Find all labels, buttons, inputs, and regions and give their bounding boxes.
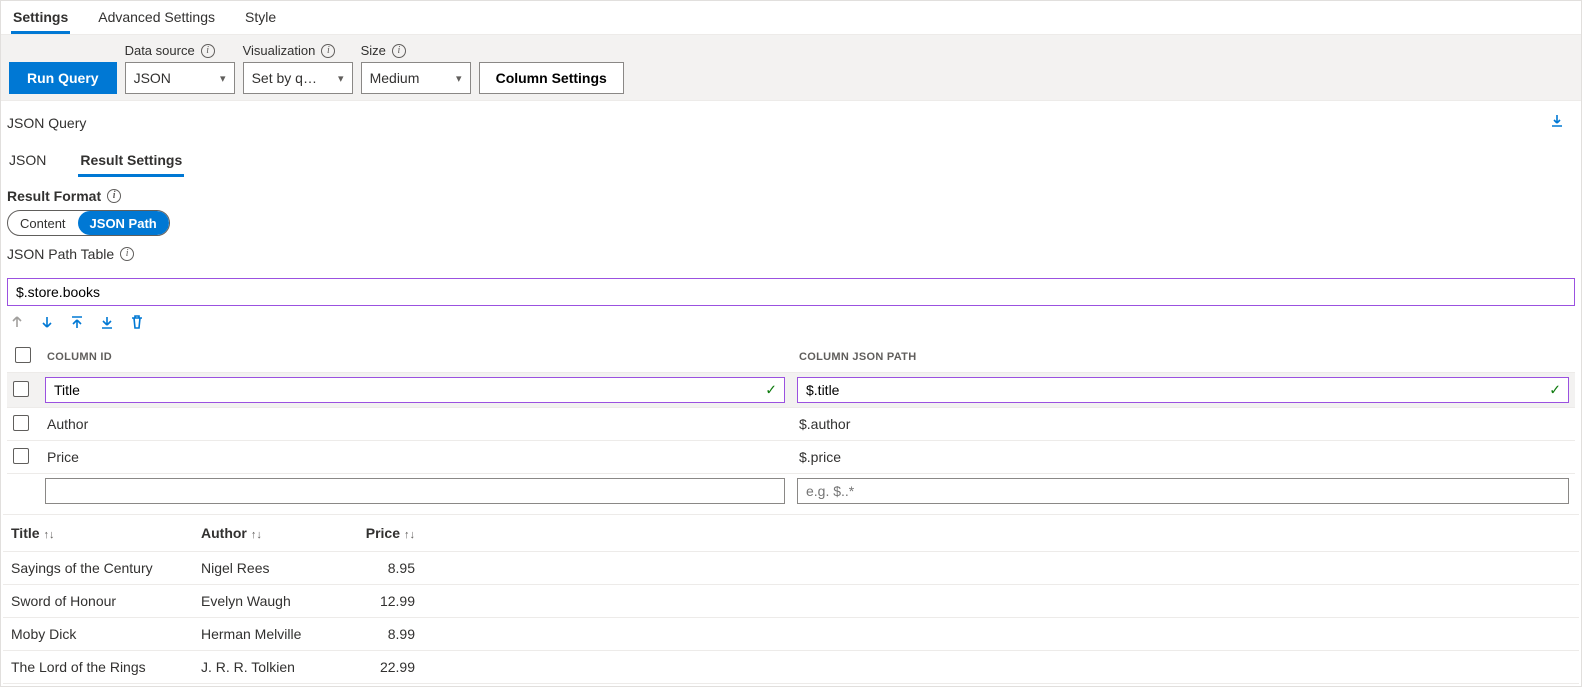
chevron-down-icon: ▾: [338, 72, 344, 85]
settings-tabs: Settings Advanced Settings Style: [1, 1, 1581, 35]
results-header-price[interactable]: Price↑↓: [353, 515, 423, 552]
table-row[interactable]: Price $.price: [7, 441, 1575, 474]
json-path-table-input[interactable]: [7, 278, 1575, 306]
info-icon[interactable]: i: [201, 44, 215, 58]
result-sub-tabs: JSON Result Settings: [1, 146, 1581, 178]
row-checkbox[interactable]: [13, 381, 29, 397]
chevron-down-icon: ▾: [220, 72, 226, 85]
column-path-input-new[interactable]: [797, 478, 1569, 504]
column-path-input[interactable]: [797, 377, 1569, 403]
result-format-toggle: Content JSON Path: [7, 210, 170, 236]
sort-icon: ↑↓: [404, 529, 415, 541]
move-up-icon: [9, 314, 25, 333]
info-icon[interactable]: i: [392, 44, 406, 58]
chevron-down-icon: ▾: [456, 72, 462, 85]
column-path-value[interactable]: $.price: [797, 445, 1569, 469]
column-id-value[interactable]: Author: [45, 412, 785, 436]
move-down-icon[interactable]: [39, 314, 55, 333]
tab-result-settings[interactable]: Result Settings: [78, 146, 184, 177]
cell-author: Nigel Rees: [193, 552, 353, 585]
column-path-value[interactable]: $.author: [797, 412, 1569, 436]
column-row-toolbar: [1, 314, 1581, 341]
table-row-new[interactable]: [7, 474, 1575, 509]
cell-author: Herman Melville: [193, 618, 353, 651]
check-icon: ✓: [765, 382, 777, 399]
query-toolbar: Run Query Data source i JSON ▾ Visualiza…: [1, 35, 1581, 101]
row-checkbox[interactable]: [13, 415, 29, 431]
table-row: Sayings of the Century Nigel Rees 8.95: [3, 552, 1579, 585]
row-checkbox[interactable]: [13, 448, 29, 464]
sort-icon: ↑↓: [251, 529, 262, 541]
check-icon: ✓: [1549, 382, 1561, 399]
json-path-table-block: JSON Path Table i: [1, 246, 1581, 278]
move-top-icon[interactable]: [69, 314, 85, 333]
tab-advanced-settings[interactable]: Advanced Settings: [96, 3, 217, 34]
visualization-label: Visualization i: [243, 43, 353, 58]
result-format-label: Result Format i: [7, 188, 1575, 204]
cell-title: Sword of Honour: [3, 585, 193, 618]
cell-price: 12.99: [353, 585, 423, 618]
column-json-path-header: COLUMN JSON PATH: [791, 341, 1575, 373]
tab-style[interactable]: Style: [243, 3, 278, 34]
json-query-label: JSON Query: [7, 115, 86, 131]
column-id-value[interactable]: Price: [45, 445, 785, 469]
cell-price: 8.99: [353, 618, 423, 651]
table-row[interactable]: Author $.author: [7, 408, 1575, 441]
tab-settings[interactable]: Settings: [11, 3, 70, 34]
cell-author: Evelyn Waugh: [193, 585, 353, 618]
data-source-label: Data source i: [125, 43, 235, 58]
cell-title: The Lord of the Rings: [3, 651, 193, 684]
result-format-block: Result Format i Content JSON Path: [1, 178, 1581, 246]
json-path-table-label: JSON Path Table i: [7, 246, 1575, 262]
size-select[interactable]: Medium ▾: [361, 62, 471, 94]
run-query-button[interactable]: Run Query: [9, 62, 117, 94]
column-definition-table: COLUMN ID COLUMN JSON PATH ✓ ✓ Author $.…: [7, 341, 1575, 508]
cell-author: J. R. R. Tolkien: [193, 651, 353, 684]
table-row[interactable]: ✓ ✓: [7, 373, 1575, 408]
json-query-header: JSON Query: [1, 101, 1581, 146]
results-header-title[interactable]: Title↑↓: [3, 515, 193, 552]
column-id-input[interactable]: [45, 377, 785, 403]
column-settings-button[interactable]: Column Settings: [479, 62, 624, 94]
result-format-content[interactable]: Content: [8, 211, 78, 235]
data-source-select[interactable]: JSON ▾: [125, 62, 235, 94]
table-row: Sword of Honour Evelyn Waugh 12.99: [3, 585, 1579, 618]
move-bottom-icon[interactable]: [99, 314, 115, 333]
column-id-header: COLUMN ID: [39, 341, 791, 373]
table-row: The Lord of the Rings J. R. R. Tolkien 2…: [3, 651, 1579, 684]
column-id-input-new[interactable]: [45, 478, 785, 504]
results-table-wrapper: Title↑↓ Author↑↓ Price↑↓ Sayings of the …: [3, 514, 1579, 684]
table-row: Moby Dick Herman Melville 8.99: [3, 618, 1579, 651]
results-table: Title↑↓ Author↑↓ Price↑↓ Sayings of the …: [3, 514, 1579, 684]
result-format-json-path[interactable]: JSON Path: [78, 211, 169, 235]
delete-icon[interactable]: [129, 314, 145, 333]
size-label: Size i: [361, 43, 471, 58]
info-icon[interactable]: i: [120, 247, 134, 261]
cell-price: 8.95: [353, 552, 423, 585]
results-header-author[interactable]: Author↑↓: [193, 515, 353, 552]
sort-icon: ↑↓: [44, 529, 55, 541]
download-icon[interactable]: [1539, 109, 1575, 136]
info-icon[interactable]: i: [107, 189, 121, 203]
cell-title: Sayings of the Century: [3, 552, 193, 585]
cell-price: 22.99: [353, 651, 423, 684]
tab-json[interactable]: JSON: [7, 146, 48, 177]
cell-title: Moby Dick: [3, 618, 193, 651]
info-icon[interactable]: i: [321, 44, 335, 58]
select-all-checkbox[interactable]: [15, 347, 31, 363]
visualization-select[interactable]: Set by query visualization ▾: [243, 62, 353, 94]
